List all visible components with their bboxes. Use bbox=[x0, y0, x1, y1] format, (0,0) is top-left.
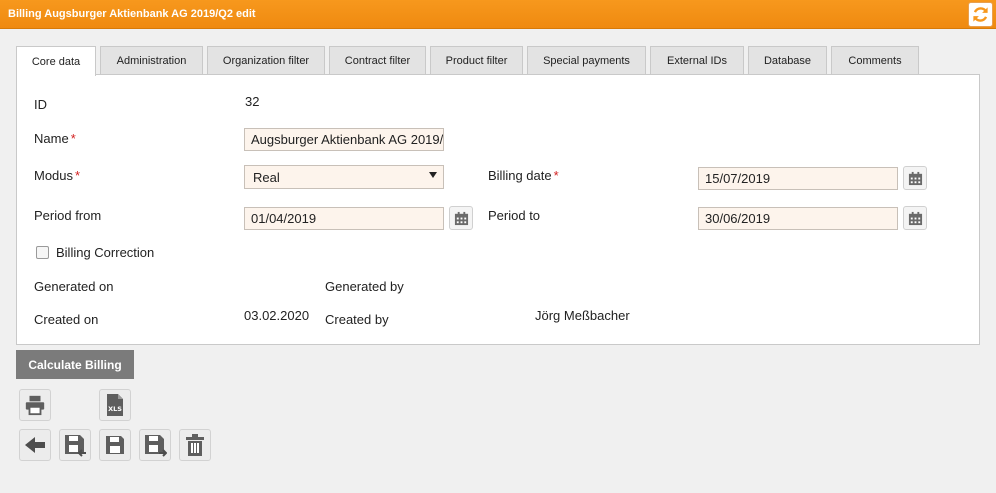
billing-date-calendar-button[interactable] bbox=[903, 166, 927, 190]
window-titlebar: Billing Augsburger Aktienbank AG 2019/Q2… bbox=[0, 0, 996, 29]
back-button[interactable] bbox=[19, 429, 51, 461]
required-marker: * bbox=[70, 131, 76, 146]
tab-organization-filter[interactable]: Organization filter bbox=[207, 46, 325, 75]
xls-export-icon: XLS bbox=[107, 394, 123, 416]
delete-button[interactable] bbox=[179, 429, 211, 461]
printer-icon bbox=[25, 395, 45, 416]
tab-special-payments[interactable]: Special payments bbox=[527, 46, 646, 75]
save-and-next-icon bbox=[145, 435, 167, 457]
id-label: ID bbox=[34, 97, 47, 112]
billing-date-input[interactable]: 15/07/2019 bbox=[698, 167, 898, 190]
created-by-label: Created by bbox=[325, 312, 389, 327]
tab-contract-filter[interactable]: Contract filter bbox=[329, 46, 426, 75]
save-and-back-icon bbox=[65, 435, 86, 457]
svg-text:XLS: XLS bbox=[108, 405, 122, 413]
period-to-calendar-button[interactable] bbox=[903, 206, 927, 230]
chevron-down-icon bbox=[429, 172, 437, 178]
save-and-next-button[interactable] bbox=[139, 429, 171, 461]
id-value: 32 bbox=[245, 94, 260, 109]
period-from-calendar-button[interactable] bbox=[449, 206, 473, 230]
created-on-label: Created on bbox=[34, 312, 99, 327]
export-xls-button[interactable]: XLS bbox=[99, 389, 131, 421]
tab-core-data[interactable]: Core data bbox=[16, 46, 96, 76]
created-on-value: 03.02.2020 bbox=[244, 308, 310, 323]
name-input[interactable]: Augsburger Aktienbank AG 2019/Q2 bbox=[244, 128, 444, 151]
tab-external-ids[interactable]: External IDs bbox=[650, 46, 744, 75]
billing-correction-label: Billing Correction bbox=[56, 245, 155, 260]
required-marker: * bbox=[75, 168, 81, 183]
period-to-input[interactable]: 30/06/2019 bbox=[698, 207, 898, 230]
calculate-billing-button[interactable]: Calculate Billing bbox=[16, 350, 134, 379]
print-button[interactable] bbox=[19, 389, 51, 421]
calendar-icon bbox=[908, 211, 922, 225]
modus-selected-value: Real bbox=[253, 170, 280, 185]
refresh-button[interactable] bbox=[968, 2, 993, 27]
back-arrow-icon bbox=[25, 437, 45, 453]
save-icon bbox=[106, 436, 124, 454]
trash-icon bbox=[186, 434, 204, 456]
required-marker: * bbox=[553, 168, 559, 183]
save-and-back-button[interactable] bbox=[59, 429, 91, 461]
calendar-icon bbox=[908, 171, 922, 185]
period-from-label: Period from bbox=[34, 208, 102, 223]
refresh-icon bbox=[973, 7, 988, 22]
modus-select[interactable]: Real bbox=[244, 165, 444, 189]
modus-label: Modus * bbox=[34, 168, 81, 183]
billing-date-label: Billing date * bbox=[488, 168, 559, 183]
created-by-value: Jörg Meßbacher bbox=[535, 308, 630, 323]
period-from-input[interactable]: 01/04/2019 bbox=[244, 207, 444, 230]
window-title: Billing Augsburger Aktienbank AG 2019/Q2… bbox=[8, 8, 256, 20]
tab-administration[interactable]: Administration bbox=[100, 46, 203, 75]
core-data-panel: ID 32 Name * Augsburger Aktienbank AG 201… bbox=[16, 74, 980, 345]
name-label: Name * bbox=[34, 131, 76, 146]
tab-comments[interactable]: Comments bbox=[831, 46, 919, 75]
calendar-icon bbox=[454, 211, 468, 225]
tab-bar: Core data Administration Organization fi… bbox=[16, 46, 923, 76]
generated-on-label: Generated on bbox=[34, 279, 114, 294]
tab-database[interactable]: Database bbox=[748, 46, 827, 75]
save-button[interactable] bbox=[99, 429, 131, 461]
generated-by-label: Generated by bbox=[325, 279, 404, 294]
tab-product-filter[interactable]: Product filter bbox=[430, 46, 523, 75]
billing-correction-checkbox[interactable] bbox=[36, 246, 49, 259]
period-to-label: Period to bbox=[488, 208, 541, 223]
